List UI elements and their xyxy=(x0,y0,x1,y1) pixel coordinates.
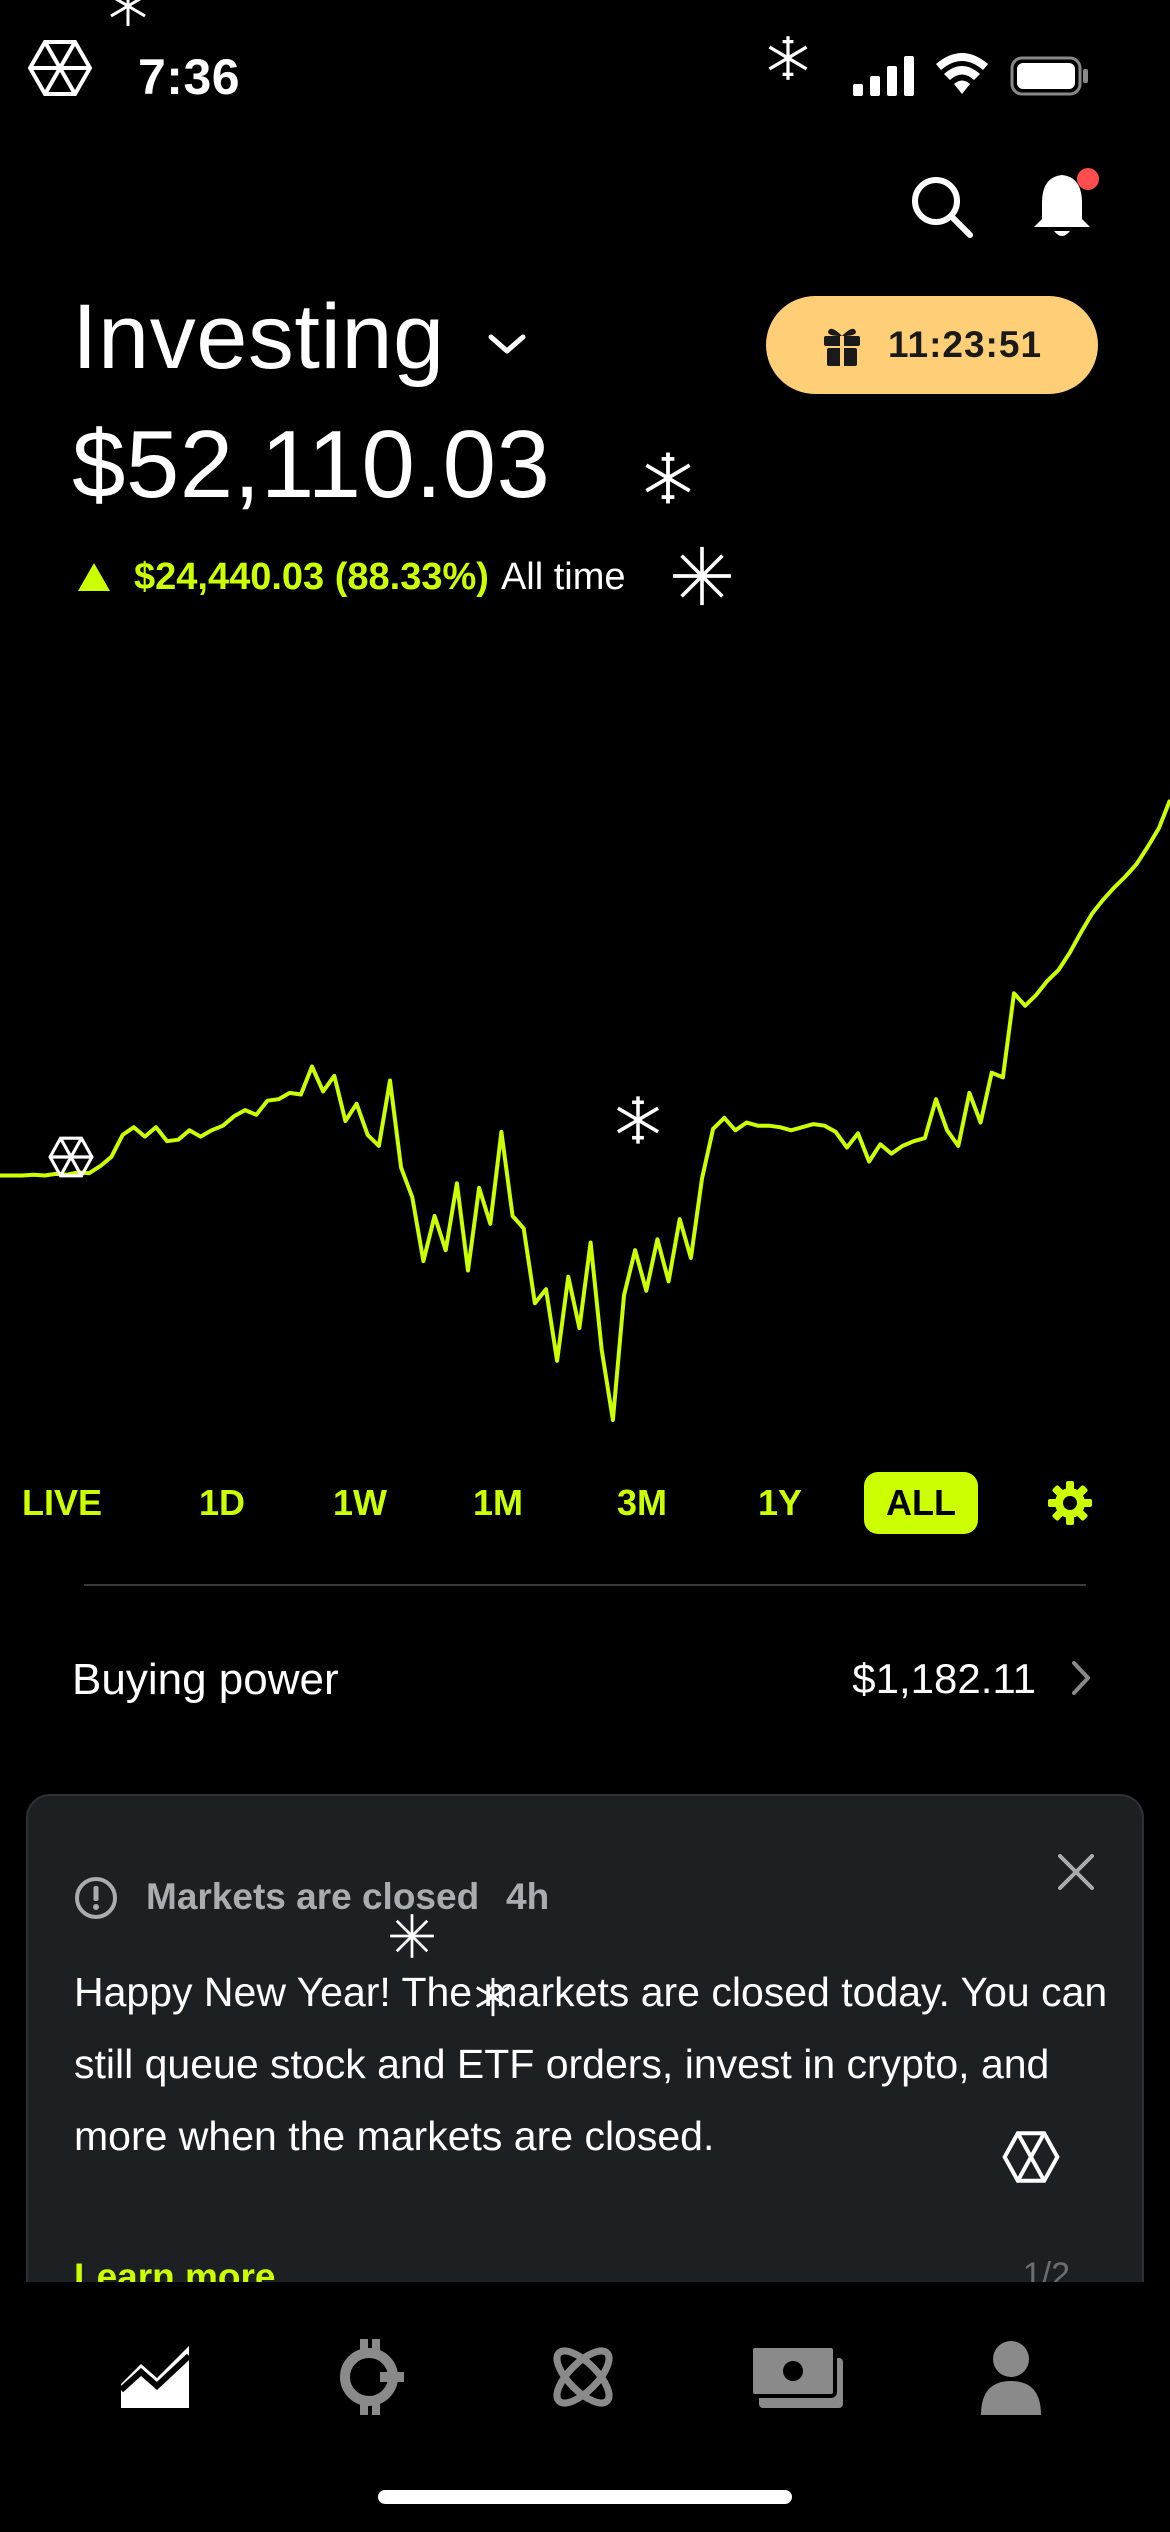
divider xyxy=(84,1584,1086,1586)
reward-timer-button[interactable]: 11:23:51 xyxy=(766,296,1098,394)
status-time: 7:36 xyxy=(138,49,241,105)
portfolio-chart[interactable] xyxy=(0,780,1170,1440)
snowflake-icon xyxy=(388,1912,436,1960)
reward-timer-text: 11:23:51 xyxy=(887,324,1043,365)
range-tab-all[interactable]: ALL xyxy=(864,1472,978,1534)
range-tab-1m[interactable]: 1M xyxy=(456,1472,540,1534)
close-icon[interactable] xyxy=(1056,1852,1096,1892)
network-icon[interactable] xyxy=(528,2322,638,2432)
snowflake-icon xyxy=(48,1134,94,1180)
range-tab-3m[interactable]: 3M xyxy=(598,1472,686,1534)
page-title[interactable]: Investing xyxy=(72,285,527,390)
range-tab-1y[interactable]: 1Y xyxy=(740,1472,820,1534)
app-logo-icon xyxy=(28,38,92,98)
gain-period: All time xyxy=(500,555,626,598)
snowflake-icon xyxy=(1002,2128,1060,2186)
buying-power-label: Buying power xyxy=(72,1655,339,1704)
chevron-down-icon xyxy=(487,331,527,357)
home-indicator xyxy=(378,2490,792,2504)
range-tab-1w[interactable]: 1W xyxy=(318,1472,402,1534)
crypto-icon[interactable] xyxy=(314,2322,424,2432)
snowflake-icon xyxy=(764,34,812,82)
portfolio-gain: $24,440.03 (88.33%) All time xyxy=(76,555,626,599)
info-alert-icon xyxy=(74,1876,118,1920)
notifications-bell-icon[interactable] xyxy=(1030,165,1100,245)
notice-age: 4h xyxy=(506,1876,550,1917)
gift-icon xyxy=(822,324,862,366)
range-tab-1d[interactable]: 1D xyxy=(182,1472,262,1534)
investing-icon[interactable] xyxy=(100,2322,210,2432)
snowflake-icon xyxy=(612,1094,664,1146)
portfolio-line xyxy=(0,799,1170,1422)
cash-card-icon[interactable] xyxy=(742,2322,852,2432)
search-icon[interactable] xyxy=(910,175,974,239)
chevron-right-icon xyxy=(1070,1659,1092,1697)
wifi-icon xyxy=(934,52,990,96)
snowflake-icon xyxy=(670,544,734,608)
snowflake-icon xyxy=(640,450,696,506)
range-tab-live[interactable]: LIVE xyxy=(22,1472,122,1534)
account-icon[interactable] xyxy=(956,2322,1066,2432)
notice-body: Happy New Year! The markets are closed t… xyxy=(74,1969,1108,2159)
market-closed-card[interactable]: Markets are closed 4h Happy New Year! Th… xyxy=(26,1794,1144,2314)
range-selector: LIVE 1D 1W 1M 3M 1Y ALL xyxy=(0,1472,1170,1542)
battery-icon xyxy=(1010,56,1090,96)
cellular-signal-icon xyxy=(853,56,915,96)
up-triangle-icon xyxy=(76,561,112,593)
chart-settings-gear-icon[interactable] xyxy=(1046,1472,1100,1534)
snowflake-icon xyxy=(106,0,150,28)
buying-power-row[interactable]: Buying power $1,182.11 xyxy=(72,1645,1092,1715)
snowflake-icon xyxy=(472,1976,514,2018)
gain-amount: $24,440.03 (88.33%) xyxy=(134,555,489,598)
buying-power-value: $1,182.11 xyxy=(852,1655,1036,1702)
page-title-label: Investing xyxy=(72,286,445,388)
portfolio-total-value: $52,110.03 xyxy=(72,411,551,518)
